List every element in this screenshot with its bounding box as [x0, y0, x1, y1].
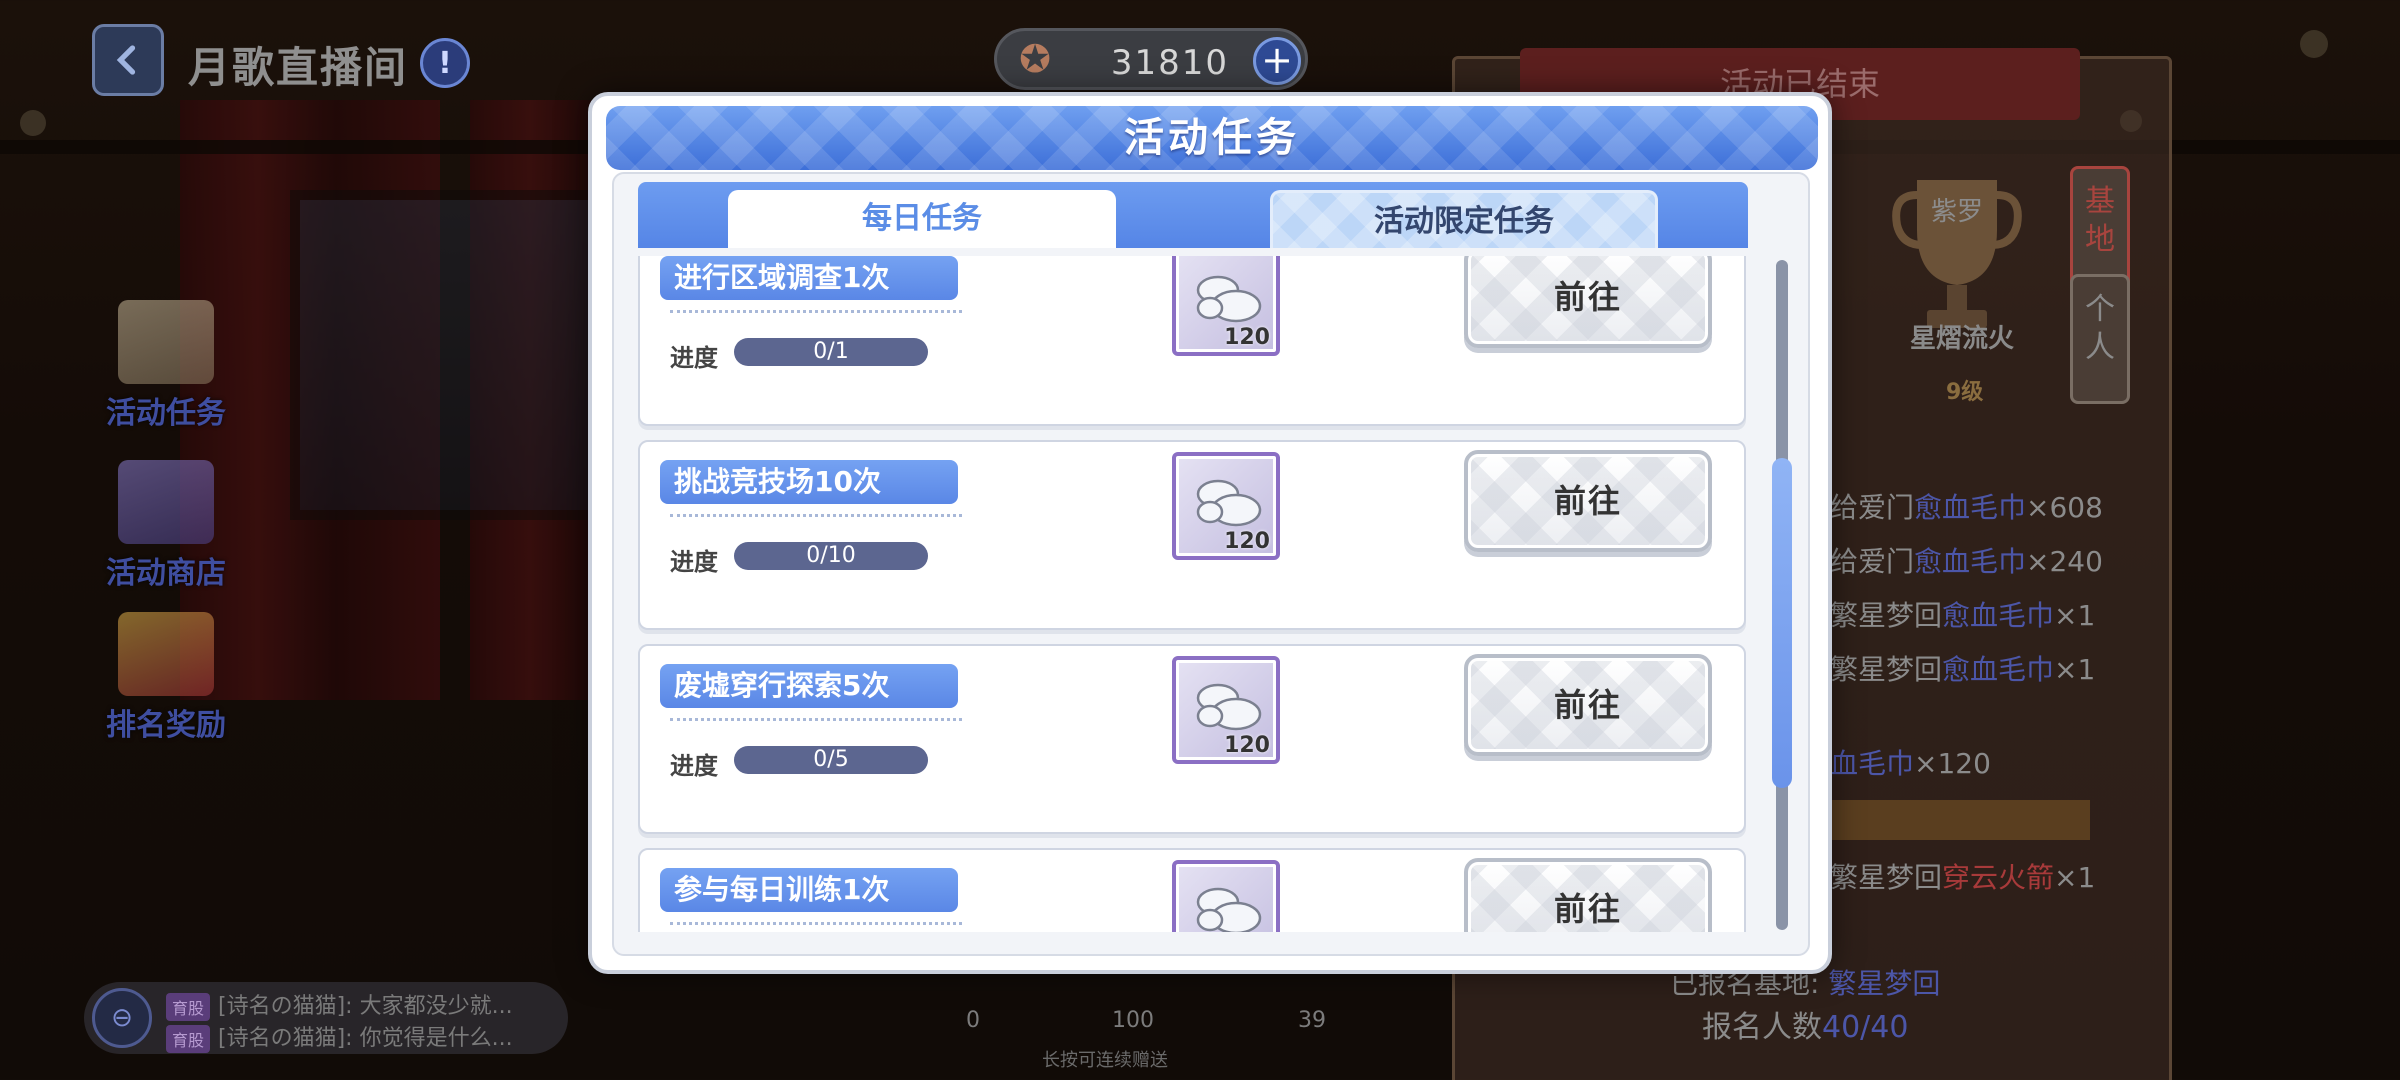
- reward-line: 血毛巾×120: [1830, 747, 1991, 780]
- task-title: 参与每日训练1次: [660, 868, 958, 912]
- task-card: 挑战竞技场10次 进度 0/10 120 前往: [638, 440, 1746, 630]
- page-title: 月歌直播间: [188, 43, 409, 92]
- star-badge-icon: ✪: [1019, 37, 1051, 81]
- gift-count: 0: [966, 1008, 980, 1033]
- task-title: 进行区域调查1次: [660, 256, 958, 300]
- reward-quantity: 120: [1224, 529, 1270, 554]
- chat-text: [诗名の猫猫]: 你觉得是什么...: [218, 1026, 513, 1051]
- task-tab-bar: 每日任务 活动限定任务: [638, 182, 1748, 248]
- tab-personal-label: 个人: [2085, 292, 2115, 365]
- activity-task-modal: 活动任务 每日任务 活动限定任务 进行区域调查1次 进度 0/1 120 前往 …: [588, 92, 1832, 974]
- add-currency-button[interactable]: +: [1253, 37, 1301, 85]
- chat-tag: 育股: [166, 993, 211, 1021]
- chat-text: [诗名の猫猫]: 大家都没少就...: [218, 994, 513, 1019]
- chevron-left-icon: [116, 45, 136, 75]
- tab-base-label: 基地: [2085, 184, 2115, 257]
- registration-count: 报名人数40/40: [1702, 1010, 1909, 1045]
- side-menu-activity-tasks[interactable]: 活动任务: [96, 300, 236, 432]
- task-list[interactable]: 进行区域调查1次 进度 0/1 120 前往 挑战竞技场10次 进度 0/10: [634, 256, 1752, 932]
- task-title: 废墟穿行探索5次: [660, 664, 958, 708]
- reward-item[interactable]: 120: [1172, 656, 1280, 764]
- task-card: 参与每日训练1次 前往: [638, 848, 1746, 932]
- progress-bar: 0/1: [734, 338, 928, 366]
- reward-line: 繁星梦回愈血毛巾×1: [1830, 653, 2096, 686]
- reward-line: 繁星梦回愈血毛巾×1: [1830, 599, 2096, 632]
- divider: [670, 514, 962, 517]
- go-button[interactable]: 前往: [1464, 450, 1712, 552]
- task-card: 进行区域调查1次 进度 0/1 120 前往: [638, 256, 1746, 426]
- towel-icon: [1196, 887, 1262, 932]
- reward-quantity: 120: [1224, 733, 1270, 758]
- trophy-icon: 紫罗: [1892, 180, 2022, 328]
- go-button[interactable]: 前往: [1464, 256, 1712, 348]
- towel-icon: [1196, 275, 1262, 323]
- side-menu-ranking-rewards[interactable]: 排名奖励: [96, 612, 236, 744]
- back-button[interactable]: [92, 24, 164, 96]
- reward-line: 繁星梦回穿云火箭×1: [1830, 861, 2096, 894]
- plus-icon: +: [1261, 38, 1293, 82]
- reward-quantity: 120: [1224, 325, 1270, 350]
- tab-personal[interactable]: 个人: [2070, 274, 2130, 404]
- progress-label: 进度: [670, 548, 718, 576]
- chat-panel[interactable]: ⊖ 育股 [诗名の猫猫]: 大家都没少就... 育股 [诗名の猫猫]: 你觉得是什么…: [84, 982, 568, 1054]
- modal-title: 活动任务: [606, 106, 1818, 170]
- gift-icon: [118, 612, 214, 696]
- send-hint: 长按可连续赠送: [1042, 1050, 1168, 1071]
- task-card: 废墟穿行探索5次 进度 0/5 120 前往: [638, 644, 1746, 834]
- trophy-level: 9级: [1946, 380, 1984, 405]
- trophy-name: 星熠流火: [1910, 324, 2015, 354]
- divider: [670, 922, 962, 925]
- currency-display: ✪ 31810 +: [994, 28, 1308, 90]
- go-button[interactable]: 前往: [1464, 858, 1712, 932]
- scrollbar-thumb[interactable]: [1772, 458, 1792, 788]
- trophy-text: 紫罗: [1931, 197, 1983, 227]
- reward-item[interactable]: 120: [1172, 256, 1280, 356]
- reward-tier-bar: [1830, 800, 2090, 840]
- towel-icon: [1196, 479, 1262, 527]
- gift-count: 100: [1112, 1008, 1154, 1033]
- towel-icon: [1196, 683, 1262, 731]
- chat-tag: 育股: [166, 1025, 211, 1053]
- tab-daily-tasks[interactable]: 每日任务: [728, 190, 1116, 248]
- reward-line: 给爱门愈血毛巾×608: [1830, 491, 2103, 524]
- side-menu-label: 活动商店: [106, 556, 226, 591]
- divider: [670, 310, 962, 313]
- info-button[interactable]: !: [420, 38, 470, 88]
- side-menu-label: 排名奖励: [106, 708, 226, 743]
- side-menu-activity-shop[interactable]: 活动商店: [96, 460, 236, 592]
- reward-list: 给爱门愈血毛巾×608 给爱门愈血毛巾×240 繁星梦回愈血毛巾×1 繁星梦回愈…: [1830, 486, 2103, 910]
- gift-count: 39: [1298, 1008, 1326, 1033]
- side-menu-label: 活动任务: [106, 396, 226, 431]
- chat-line: 育股 [诗名の猫猫]: 你觉得是什么...: [166, 1020, 513, 1053]
- progress-bar: 0/10: [734, 542, 928, 570]
- exclamation-icon: !: [438, 45, 452, 81]
- reward-item[interactable]: [1172, 860, 1280, 932]
- reward-line: 给爱门愈血毛巾×240: [1830, 545, 2103, 578]
- reward-item[interactable]: 120: [1172, 452, 1280, 560]
- document-stack-icon: [118, 300, 214, 384]
- chat-bubble-icon: ⊖: [92, 988, 152, 1048]
- chat-line: 育股 [诗名の猫猫]: 大家都没少就...: [166, 988, 513, 1021]
- currency-value: 31810: [1110, 43, 1229, 83]
- shop-icon: [118, 460, 214, 544]
- tab-limited-tasks[interactable]: 活动限定任务: [1270, 190, 1658, 248]
- divider: [670, 718, 962, 721]
- progress-label: 进度: [670, 344, 718, 372]
- progress-bar: 0/5: [734, 746, 928, 774]
- progress-label: 进度: [670, 752, 718, 780]
- task-title: 挑战竞技场10次: [660, 460, 958, 504]
- go-button[interactable]: 前往: [1464, 654, 1712, 756]
